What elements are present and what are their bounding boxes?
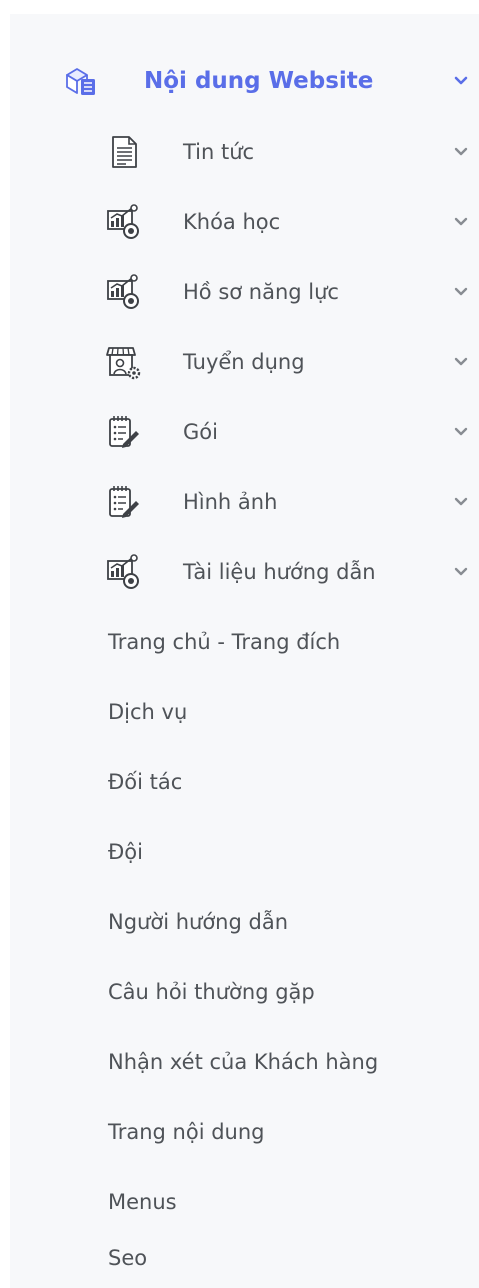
menu-link-trang-chu[interactable]: Trang chủ - Trang đích [10, 620, 479, 664]
submenu-item-ho-so-nang-luc[interactable]: Hồ sơ năng lực [10, 270, 479, 314]
submenu-item-label: Hình ảnh [183, 490, 278, 514]
chevron-down-icon[interactable] [454, 76, 468, 86]
submenu-item-hinh-anh[interactable]: Hình ảnh [10, 480, 479, 524]
chevron-down-icon[interactable] [454, 357, 468, 367]
submenu-item-label: Gói [183, 420, 218, 444]
submenu-item-label: Tin tức [183, 140, 255, 164]
box-document-icon [64, 66, 98, 96]
menu-link-doi[interactable]: Đội [10, 830, 479, 874]
notepad-pen-icon [106, 414, 142, 450]
menu-link-label: Người hướng dẫn [108, 910, 288, 934]
menu-link-doi-tac[interactable]: Đối tác [10, 760, 479, 804]
menu-link-trang-noi-dung[interactable]: Trang nội dung [10, 1110, 479, 1154]
sidebar-menu: Nội dung Website Tin tức Khóa học Hồ sơ … [10, 14, 479, 1288]
chevron-down-icon[interactable] [454, 217, 468, 227]
menu-link-label: Đối tác [108, 770, 183, 794]
submenu-item-label: Tuyển dụng [183, 350, 305, 374]
chevron-down-icon[interactable] [454, 567, 468, 577]
chart-gear-icon [106, 554, 142, 590]
menu-link-cau-hoi-thuong-gap[interactable]: Câu hỏi thường gặp [10, 970, 479, 1014]
chevron-down-icon[interactable] [454, 427, 468, 437]
submenu-item-goi[interactable]: Gói [10, 410, 479, 454]
chart-gear-icon [106, 274, 142, 310]
submenu-item-tai-lieu-huong-dan[interactable]: Tài liệu hướng dẫn [10, 550, 479, 594]
menu-link-menus[interactable]: Menus [10, 1180, 479, 1224]
menu-item-noi-dung-website[interactable]: Nội dung Website [10, 58, 479, 104]
menu-link-dich-vu[interactable]: Dịch vụ [10, 690, 479, 734]
notepad-pen-icon [106, 484, 142, 520]
chevron-down-icon[interactable] [454, 497, 468, 507]
chart-gear-icon [106, 204, 142, 240]
menu-link-nhan-xet-khach-hang[interactable]: Nhận xét của Khách hàng [10, 1040, 479, 1084]
menu-link-seo[interactable]: Seo [10, 1236, 479, 1280]
menu-link-label: Câu hỏi thường gặp [108, 980, 315, 1004]
menu-link-label: Nhận xét của Khách hàng [108, 1050, 379, 1074]
submenu-item-tin-tuc[interactable]: Tin tức [10, 130, 479, 174]
menu-link-label: Trang nội dung [108, 1120, 265, 1144]
menu-link-label: Trang chủ - Trang đích [108, 630, 341, 654]
menu-link-label: Seo [108, 1246, 148, 1270]
menu-link-label: Đội [108, 840, 143, 864]
menu-item-label: Nội dung Website [144, 68, 374, 94]
chevron-down-icon[interactable] [454, 147, 468, 157]
submenu-item-label: Khóa học [183, 210, 281, 234]
document-icon [106, 134, 142, 170]
chevron-down-icon[interactable] [454, 287, 468, 297]
submenu-item-khoa-hoc[interactable]: Khóa học [10, 200, 479, 244]
submenu-item-label: Tài liệu hướng dẫn [183, 560, 376, 584]
menu-link-nguoi-huong-dan[interactable]: Người hướng dẫn [10, 900, 479, 944]
shop-person-icon [106, 344, 142, 380]
menu-link-label: Menus [108, 1190, 177, 1214]
submenu-item-tuyen-dung[interactable]: Tuyển dụng [10, 340, 479, 384]
menu-link-label: Dịch vụ [108, 700, 188, 724]
submenu-item-label: Hồ sơ năng lực [183, 280, 339, 304]
